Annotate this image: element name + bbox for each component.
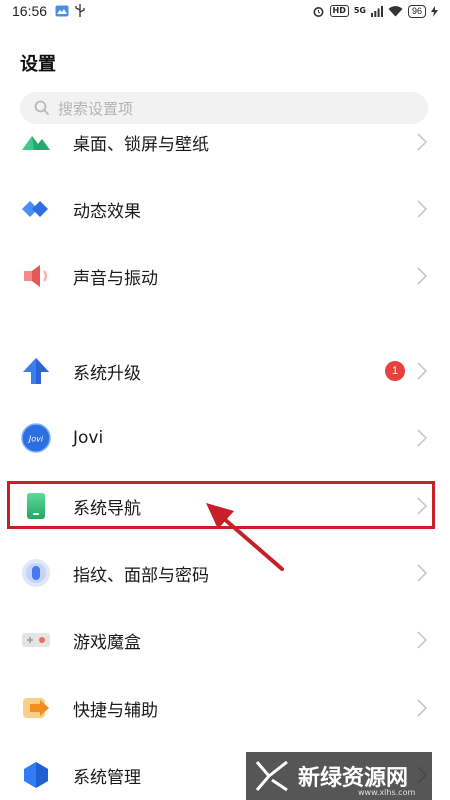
settings-item-sound[interactable]: 声音与振动: [0, 248, 450, 304]
fingerprint-icon: [20, 557, 52, 589]
chevron-right-icon: [417, 631, 428, 649]
signal-icon: [370, 5, 383, 17]
watermark: 新绿资源网 www.xlhs.com: [246, 752, 432, 800]
page-title: 设置: [20, 54, 56, 75]
system-upgrade-icon: [20, 355, 52, 387]
wallpaper-icon: [20, 126, 52, 158]
watermark-url: www.xlhs.com: [358, 788, 416, 797]
settings-item-label: 游戏魔盒: [73, 632, 141, 653]
charging-icon: [431, 5, 438, 17]
gallery-notification-icon: [55, 5, 69, 17]
settings-item-game-box[interactable]: 游戏魔盒: [0, 612, 450, 668]
settings-item-label: 桌面、锁屏与壁纸: [73, 134, 209, 155]
speaker-icon: [20, 260, 52, 292]
motion-effects-icon: [20, 193, 52, 225]
settings-item-label: 声音与振动: [73, 268, 158, 289]
update-count-badge: 1: [385, 361, 405, 381]
settings-item-label: 系统升级: [73, 363, 141, 384]
hd-indicator: HD: [329, 5, 349, 17]
chevron-right-icon: [417, 200, 428, 218]
settings-item-label: 指纹、面部与密码: [73, 565, 209, 586]
settings-item-motion-effects[interactable]: 动态效果: [0, 181, 450, 237]
chevron-right-icon: [417, 267, 428, 285]
alarm-icon: [313, 6, 323, 17]
settings-item-label: 快捷与辅助: [73, 700, 158, 721]
settings-item-label: 系统管理: [73, 767, 141, 788]
battery-indicator: 96: [407, 4, 426, 18]
settings-item-wallpaper[interactable]: 桌面、锁屏与壁纸: [0, 114, 450, 170]
settings-item-shortcuts[interactable]: 快捷与辅助: [0, 680, 450, 736]
network-indicator: 5G: [353, 6, 366, 15]
chevron-right-icon: [417, 429, 428, 447]
chevron-right-icon: [417, 564, 428, 582]
shortcut-icon: [20, 692, 52, 724]
wifi-icon: [388, 5, 403, 16]
chevron-right-icon: [417, 133, 428, 151]
jovi-icon: Jovi: [20, 422, 52, 454]
game-box-icon: [20, 624, 52, 656]
jovi-icon-text: Jovi: [27, 435, 44, 444]
settings-item-jovi[interactable]: Jovi Jovi: [0, 410, 450, 466]
usb-icon: [75, 4, 85, 17]
chevron-right-icon: [417, 362, 428, 380]
battery-level: 96: [411, 6, 422, 16]
watermark-logo-icon: [255, 760, 288, 792]
status-time: 16:56: [12, 3, 48, 19]
annotation-arrow-icon: [206, 503, 284, 571]
system-management-icon: [20, 759, 52, 791]
status-bar: 16:56 HD 5G 96: [0, 0, 450, 22]
settings-item-label: 动态效果: [73, 201, 141, 222]
settings-item-label: Jovi: [73, 428, 104, 448]
settings-item-system-upgrade[interactable]: 系统升级 1: [0, 343, 450, 399]
chevron-right-icon: [417, 699, 428, 717]
